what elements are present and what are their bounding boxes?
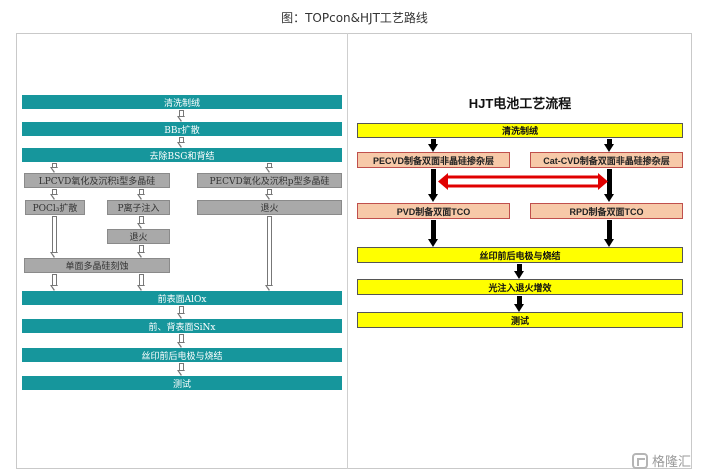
- arrow-down-icon: [50, 163, 59, 173]
- watermark: 格隆汇: [631, 451, 691, 470]
- arrow-down-icon: [50, 216, 59, 258]
- double-arrow-icon: [438, 173, 608, 190]
- arrow-down-icon: [428, 220, 439, 247]
- panel-divider: [347, 33, 348, 469]
- topcon-step-bsg: 去除BSG和背结: [22, 148, 342, 162]
- arrow-down-icon: [265, 189, 274, 200]
- arrow-down-icon: [265, 163, 274, 173]
- arrow-down-icon: [50, 274, 59, 291]
- gelonghui-logo-icon: [631, 452, 648, 469]
- arrow-down-icon: [428, 139, 439, 152]
- hjt-box-catcvd: Cat-CVD制备双面非晶硅掺杂层: [530, 152, 683, 168]
- topcon-box-anneal-left: 退火: [107, 229, 170, 244]
- topcon-box-pocl: POCl₃扩散: [25, 200, 85, 215]
- topcon-box-pecvd: PECVD氧化及沉积p型多晶硅: [197, 173, 342, 188]
- topcon-step-bbr: BBr扩散: [22, 122, 342, 136]
- hjt-box-pvd: PVD制备双面TCO: [357, 203, 510, 219]
- arrow-down-icon: [177, 137, 186, 148]
- arrow-down-icon: [604, 220, 615, 247]
- topcon-step-sinx: 前、背表面SiNx: [22, 319, 342, 333]
- arrow-down-icon: [137, 274, 146, 291]
- watermark-text: 格隆汇: [651, 455, 691, 470]
- hjt-box-pecvd: PECVD制备双面非晶硅掺杂层: [357, 152, 510, 168]
- arrow-down-icon: [604, 139, 615, 152]
- arrow-down-icon: [50, 189, 59, 200]
- arrow-down-icon: [514, 296, 525, 312]
- topcon-box-anneal-right: 退火: [197, 200, 342, 215]
- arrow-down-icon: [137, 216, 146, 229]
- hjt-title: HJT电池工艺流程: [468, 96, 572, 111]
- topcon-step-front-alox: 前表面AlOx: [22, 291, 342, 305]
- figure-caption: 图：TOPcon&HJT工艺路线: [281, 11, 428, 25]
- arrow-down-icon: [177, 334, 186, 348]
- topcon-box-single-etch: 单面多晶硅刻蚀: [24, 258, 170, 273]
- arrow-down-icon: [137, 189, 146, 200]
- arrow-down-icon: [177, 363, 186, 376]
- topcon-box-p-ion: P离子注入: [107, 200, 170, 215]
- arrow-down-icon: [177, 306, 186, 319]
- hjt-step-light-anneal: 光注入退火增效: [357, 279, 683, 295]
- arrow-down-icon: [137, 245, 146, 258]
- topcon-step-test: 测试: [22, 376, 342, 390]
- hjt-step-print: 丝印前后电极与烧结: [357, 247, 683, 263]
- topcon-step-print: 丝印前后电极与烧结: [22, 348, 342, 362]
- arrow-down-icon: [265, 216, 274, 291]
- topcon-box-lpcvd: LPCVD氧化及沉积i型多晶硅: [24, 173, 170, 188]
- hjt-step-clean: 清洗制绒: [357, 123, 683, 138]
- arrow-down-icon: [177, 110, 186, 122]
- topcon-step-clean: 清洗制绒: [22, 95, 342, 109]
- hjt-step-test: 测试: [357, 312, 683, 328]
- arrow-down-icon: [514, 264, 525, 279]
- hjt-box-rpd: RPD制备双面TCO: [530, 203, 683, 219]
